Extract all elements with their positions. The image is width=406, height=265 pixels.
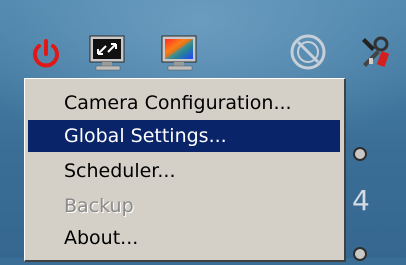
settings-tools-icon[interactable] (359, 34, 393, 70)
side-number-fragment: 4 (352, 184, 370, 217)
power-icon[interactable] (28, 36, 64, 72)
menu-item-backup: Backup (64, 195, 134, 217)
fullscreen-monitor-icon[interactable] (86, 34, 132, 74)
menu-item-about[interactable]: About... (28, 222, 340, 254)
status-ball-icon (353, 146, 367, 161)
menu-item-camera-configuration[interactable]: Camera Configuration... (28, 87, 340, 119)
disabled-circle-icon[interactable] (289, 33, 327, 71)
color-monitor-icon[interactable] (158, 34, 204, 74)
context-menu: Camera Configuration... Global Settings.… (24, 78, 346, 262)
menu-item-scheduler[interactable]: Scheduler... (28, 155, 340, 187)
menu-item-global-settings[interactable]: Global Settings... (28, 120, 340, 152)
